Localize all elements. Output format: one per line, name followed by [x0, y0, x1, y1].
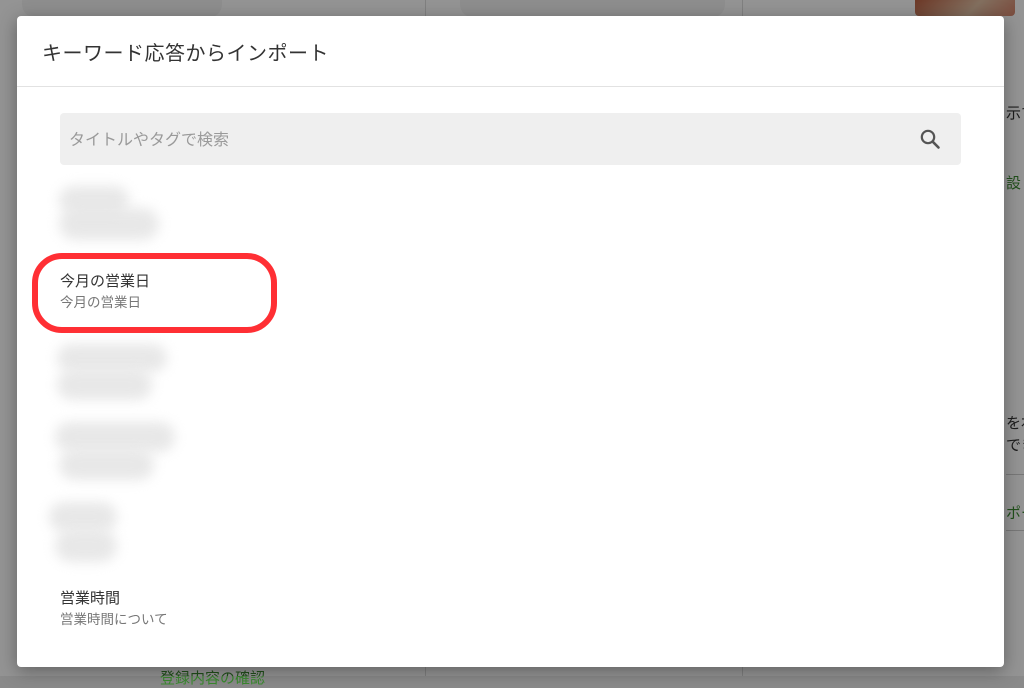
redacted-item	[59, 208, 159, 240]
redacted-item	[49, 502, 117, 532]
list-item-subtitle: 今月の営業日	[60, 295, 141, 311]
list-item-title: 今月の営業日	[60, 272, 151, 290]
modal-header: キーワード応答からインポート	[17, 16, 1004, 87]
list-item-subtitle: 営業時間について	[60, 612, 168, 628]
redacted-item	[55, 530, 117, 562]
search-icon[interactable]	[918, 127, 942, 151]
redacted-item	[57, 370, 152, 400]
list-item[interactable]: 営業時間 営業時間について	[60, 587, 168, 631]
search-bar	[60, 113, 961, 165]
redacted-item	[57, 344, 167, 372]
list-item[interactable]: 今月の営業日 今月の営業日	[60, 270, 150, 314]
modal-title: キーワード応答からインポート	[42, 40, 329, 65]
search-input[interactable]	[60, 113, 900, 165]
redacted-item	[55, 422, 175, 452]
list-item-title: 営業時間	[60, 589, 121, 607]
import-modal: キーワード応答からインポート 今月の営業日 今月の営業日 営業時間 営業時間につ…	[17, 16, 1004, 667]
redacted-item	[59, 450, 154, 480]
